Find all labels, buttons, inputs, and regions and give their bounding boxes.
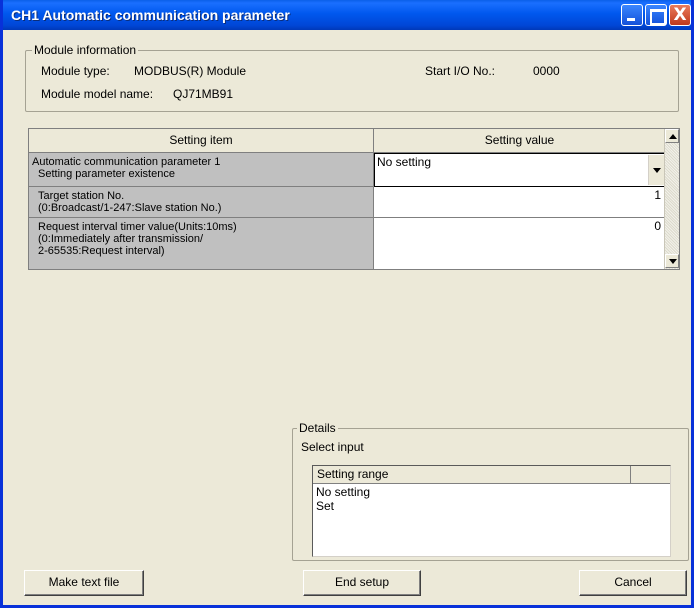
- details-group: Details Select input Setting range No se…: [292, 421, 689, 561]
- column-header-setting-value[interactable]: Setting value: [374, 129, 666, 153]
- title-bar[interactable]: CH1 Automatic communication parameter X: [3, 0, 691, 30]
- maximize-button[interactable]: [645, 4, 667, 26]
- minimize-icon: [622, 5, 642, 25]
- make-text-file-button[interactable]: Make text file: [24, 570, 144, 596]
- setting-item-row-3-line2: (0:Immediately after transmission/: [38, 233, 204, 245]
- dropdown-selected-value: No setting: [377, 155, 432, 169]
- range-option-no-setting[interactable]: No setting: [316, 485, 370, 499]
- maximize-icon: [646, 5, 666, 25]
- scroll-up-button[interactable]: [665, 129, 679, 143]
- setting-item-row-2-line2: (0:Broadcast/1-247:Slave station No.): [38, 202, 222, 214]
- module-information-group: Module information Module type: MODBUS(R…: [25, 43, 679, 112]
- window-title: CH1 Automatic communication parameter: [11, 7, 290, 23]
- module-type-label: Module type:: [41, 64, 110, 78]
- module-information-legend: Module information: [32, 43, 139, 57]
- range-option-set[interactable]: Set: [316, 499, 334, 513]
- minimize-button[interactable]: [621, 4, 643, 26]
- setting-item-row-1-line2: Setting parameter existence: [38, 168, 175, 180]
- target-station-no-input[interactable]: 1: [374, 187, 666, 218]
- module-type-value: MODBUS(R) Module: [134, 64, 247, 78]
- setting-item-row-2-line1: Target station No.: [38, 190, 125, 202]
- dropdown-button[interactable]: [648, 155, 664, 185]
- start-io-label: Start I/O No.:: [425, 64, 496, 78]
- details-legend: Details: [297, 421, 338, 435]
- setting-item-row-3-line1: Request interval timer value(Units:10ms): [38, 221, 237, 233]
- start-io-value: 0000: [533, 64, 560, 78]
- setting-item-row-2[interactable]: Target station No. (0:Broadcast/1-247:Sl…: [29, 187, 374, 218]
- grid-vertical-scrollbar[interactable]: [664, 129, 679, 269]
- select-input-label: Select input: [301, 440, 364, 454]
- setting-parameter-existence-dropdown[interactable]: No setting: [374, 153, 666, 187]
- model-name-label: Module model name:: [41, 87, 154, 101]
- scroll-up-arrow-icon: [669, 134, 677, 139]
- setting-range-header[interactable]: Setting range: [313, 466, 631, 484]
- dialog-window: CH1 Automatic communication parameter X …: [0, 0, 694, 608]
- close-button[interactable]: X: [669, 4, 691, 26]
- setting-range-header-extra[interactable]: [631, 466, 670, 484]
- settings-grid: Setting item Setting value Automatic com…: [28, 128, 680, 270]
- scroll-down-arrow-icon: [669, 259, 677, 264]
- scroll-down-button[interactable]: [665, 254, 679, 268]
- setting-item-row-3-line3: 2-65535:Request interval): [38, 245, 165, 257]
- setting-item-row-1-line1: Automatic communication parameter 1: [32, 156, 221, 168]
- column-header-setting-item[interactable]: Setting item: [29, 129, 374, 153]
- model-name-value: QJ71MB91: [173, 87, 234, 101]
- close-icon: X: [673, 5, 687, 25]
- end-setup-button[interactable]: End setup: [303, 570, 421, 596]
- cancel-button[interactable]: Cancel: [579, 570, 687, 596]
- request-interval-timer-input[interactable]: 0: [374, 218, 666, 269]
- chevron-down-icon: [653, 168, 661, 173]
- setting-item-row-1[interactable]: Automatic communication parameter 1 Sett…: [29, 153, 374, 187]
- setting-range-list[interactable]: Setting range No setting Set: [312, 465, 671, 557]
- setting-item-row-3[interactable]: Request interval timer value(Units:10ms)…: [29, 218, 374, 269]
